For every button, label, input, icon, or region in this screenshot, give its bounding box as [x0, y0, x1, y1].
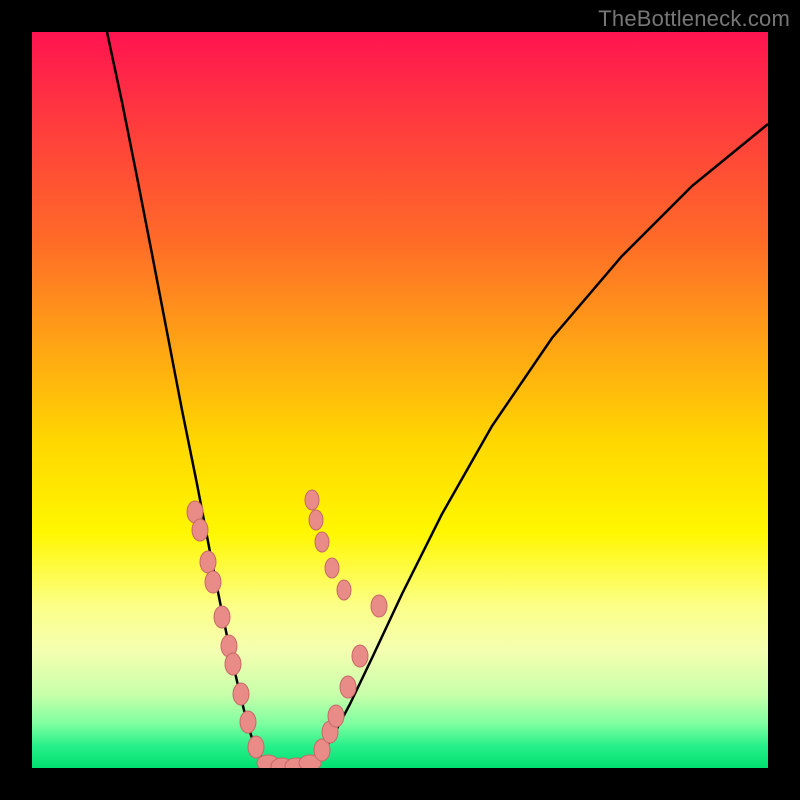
- plot-area: [32, 32, 768, 768]
- data-marker: [371, 595, 387, 617]
- data-marker: [240, 711, 256, 733]
- data-marker: [328, 705, 344, 727]
- data-marker: [325, 558, 339, 578]
- data-marker: [340, 676, 356, 698]
- data-marker: [192, 519, 208, 541]
- data-marker: [309, 510, 323, 530]
- data-marker: [305, 490, 319, 510]
- data-marker: [352, 645, 368, 667]
- data-marker: [214, 606, 230, 628]
- marker-group: [187, 490, 387, 768]
- data-markers: [32, 32, 768, 768]
- data-marker: [337, 580, 351, 600]
- data-marker: [233, 683, 249, 705]
- data-marker: [200, 551, 216, 573]
- data-marker: [315, 532, 329, 552]
- data-marker: [248, 736, 264, 758]
- data-marker: [205, 571, 221, 593]
- chart-frame: TheBottleneck.com: [0, 0, 800, 800]
- watermark-text: TheBottleneck.com: [598, 6, 790, 32]
- data-marker: [225, 653, 241, 675]
